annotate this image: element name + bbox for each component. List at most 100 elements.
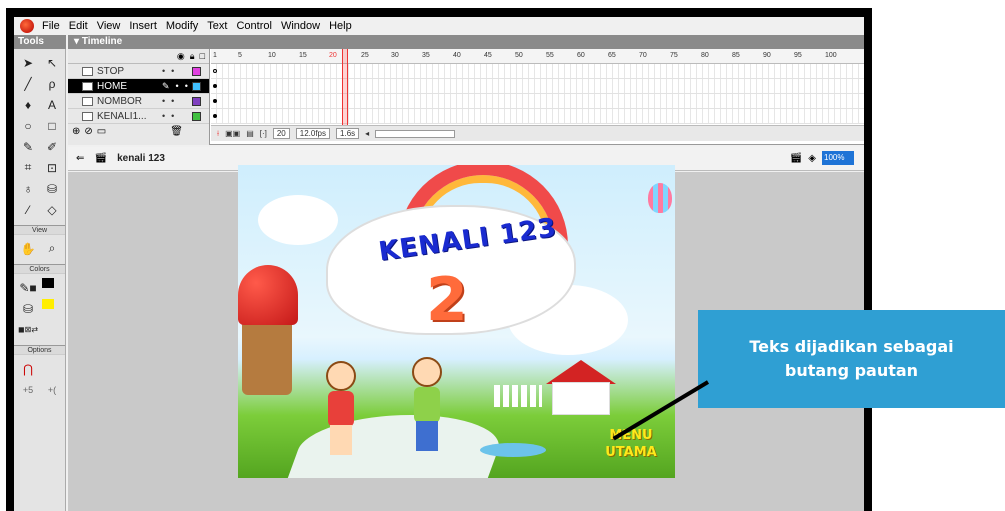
- menu-utama-button[interactable]: MENU UTAMA: [596, 427, 666, 461]
- keyframe[interactable]: [213, 99, 217, 103]
- layer-color-swatch[interactable]: [192, 96, 201, 106]
- menu-file[interactable]: File: [42, 20, 60, 32]
- layer-color-swatch[interactable]: [192, 81, 201, 91]
- ruler-tick: 1: [213, 52, 217, 59]
- layer-visibility-dots[interactable]: ••: [162, 96, 180, 106]
- house-roof: [546, 360, 616, 384]
- layer-nombor[interactable]: NOMBOR ••: [68, 94, 209, 109]
- layer-visibility-dots[interactable]: ••: [162, 66, 180, 76]
- oval-tool-icon[interactable]: ○: [18, 116, 38, 135]
- ruler-tick: 35: [422, 52, 430, 59]
- eyedropper-tool-icon[interactable]: ⁄: [18, 200, 38, 219]
- frame-row-stop[interactable]: [211, 64, 864, 79]
- outline-icon[interactable]: □: [200, 51, 205, 61]
- scroll-left-icon[interactable]: ◂: [365, 129, 369, 138]
- stage-canvas[interactable]: KENALI 123 2 MENU UTAMA: [238, 165, 675, 478]
- layer-kenali[interactable]: KENALI1... ••: [68, 109, 209, 124]
- lasso-tool-icon[interactable]: ρ: [42, 74, 62, 93]
- ink-bottle-tool-icon[interactable]: ♁: [18, 179, 38, 198]
- child-body: [328, 391, 354, 427]
- hand-tool-icon[interactable]: ✋: [18, 239, 38, 258]
- layer-footer: ⊕ ⊘ ▭ 🗑︎: [68, 124, 209, 139]
- keyframe[interactable]: [213, 114, 217, 118]
- fill-color-icon[interactable]: ⛁: [18, 299, 38, 318]
- add-layer-icon[interactable]: ⊕: [72, 126, 80, 137]
- swap-colors-icon[interactable]: [42, 320, 62, 339]
- menu-help[interactable]: Help: [329, 20, 352, 32]
- onion-skin-icon[interactable]: ▣▣: [225, 129, 240, 138]
- straighten-icon[interactable]: +(: [42, 380, 62, 399]
- back-arrow-icon[interactable]: ⇐: [76, 153, 84, 164]
- fill-transform-tool-icon[interactable]: ⊡: [42, 158, 62, 177]
- keyframe[interactable]: [213, 84, 217, 88]
- frame-row-nombor[interactable]: [211, 94, 864, 109]
- frame-ruler[interactable]: 1 5 10 15 20 25 30 35 40 45 50 55 60 65 …: [211, 49, 864, 64]
- layer-visibility-dots[interactable]: ••: [162, 111, 180, 121]
- layer-home[interactable]: HOME ✎••: [68, 79, 209, 94]
- frame-row-home[interactable]: [211, 79, 864, 94]
- menu-modify[interactable]: Modify: [166, 20, 198, 32]
- paint-bucket-tool-icon[interactable]: ⛁: [42, 179, 62, 198]
- add-guide-icon[interactable]: ⊘: [84, 126, 92, 137]
- frame-row-kenali[interactable]: [211, 109, 864, 124]
- menu-bar: File Edit View Insert Modify Text Contro…: [14, 17, 864, 35]
- menu-text[interactable]: Text: [207, 20, 227, 32]
- stroke-color-icon[interactable]: ✎■: [18, 278, 38, 297]
- elapsed-time: 1.6s: [336, 128, 360, 139]
- menu-window[interactable]: Window: [281, 20, 320, 32]
- tools-section-options: Options: [14, 345, 65, 355]
- ruler-tick: 20: [329, 52, 337, 59]
- selection-tool-icon[interactable]: ➤: [18, 53, 38, 72]
- menu-control[interactable]: Control: [236, 20, 271, 32]
- edit-symbol-icon[interactable]: ◈: [808, 153, 816, 164]
- timeline-scrollbar[interactable]: [375, 129, 456, 138]
- menu-insert[interactable]: Insert: [129, 20, 157, 32]
- zoom-tool-icon[interactable]: ⌕: [42, 239, 62, 258]
- layer-visibility-dots[interactable]: ✎••: [162, 81, 194, 92]
- smooth-icon[interactable]: +5: [18, 380, 38, 399]
- mushroom-house-stem: [242, 315, 292, 395]
- center-frame-icon[interactable]: ⟊: [217, 129, 219, 139]
- eye-icon[interactable]: ◉: [177, 51, 185, 62]
- frame-grid[interactable]: 1 5 10 15 20 25 30 35 40 45 50 55 60 65 …: [211, 49, 864, 145]
- pencil-tool-icon[interactable]: ✎: [18, 137, 38, 156]
- child-girl: [318, 361, 364, 457]
- rectangle-tool-icon[interactable]: □: [42, 116, 62, 135]
- scene-name[interactable]: kenali 123: [117, 153, 165, 164]
- modify-onion-markers-icon[interactable]: [·]: [260, 129, 267, 138]
- flash-logo-icon: [20, 19, 34, 33]
- add-folder-icon[interactable]: ▭: [97, 126, 106, 137]
- ruler-tick: 15: [299, 52, 307, 59]
- child-head: [412, 357, 442, 387]
- fence: [494, 385, 542, 407]
- layer-stop[interactable]: STOP ••: [68, 64, 209, 79]
- layer-color-swatch[interactable]: [192, 111, 201, 121]
- line-tool-icon[interactable]: ╱: [18, 74, 38, 93]
- subselection-tool-icon[interactable]: ↖: [42, 53, 62, 72]
- pen-tool-icon[interactable]: ♦: [18, 95, 38, 114]
- menu-edit[interactable]: Edit: [69, 20, 88, 32]
- cloud: [258, 195, 338, 245]
- stroke-color-swatch[interactable]: [42, 278, 54, 288]
- keyframe[interactable]: [213, 69, 217, 73]
- eraser-tool-icon[interactable]: ◇: [42, 200, 62, 219]
- zoom-field[interactable]: 100%: [822, 151, 854, 165]
- layer-list: ◉ 🔒︎ □ STOP •• HOME ✎•• NOMBOR •• KENALI…: [68, 49, 210, 145]
- playhead[interactable]: [342, 49, 348, 125]
- delete-layer-icon[interactable]: 🗑︎: [170, 126, 183, 137]
- edit-multiple-frames-icon[interactable]: ▤: [246, 129, 254, 138]
- edit-scene-icon[interactable]: 🎬︎: [790, 153, 803, 164]
- tools-section-view: View: [14, 225, 65, 235]
- layer-icon: [82, 111, 93, 121]
- layer-color-swatch[interactable]: [192, 66, 201, 76]
- default-colors-icon[interactable]: ◼⊠⇄: [18, 320, 38, 339]
- lock-icon[interactable]: 🔒︎: [190, 51, 195, 62]
- text-tool-icon[interactable]: A: [42, 95, 62, 114]
- free-transform-tool-icon[interactable]: ⌗: [18, 158, 38, 177]
- brush-tool-icon[interactable]: ✐: [42, 137, 62, 156]
- ruler-tick: 80: [701, 52, 709, 59]
- layer-icon: [82, 66, 93, 76]
- fill-color-swatch[interactable]: [42, 299, 54, 309]
- menu-view[interactable]: View: [97, 20, 121, 32]
- snap-magnet-icon[interactable]: ⋂: [18, 359, 38, 378]
